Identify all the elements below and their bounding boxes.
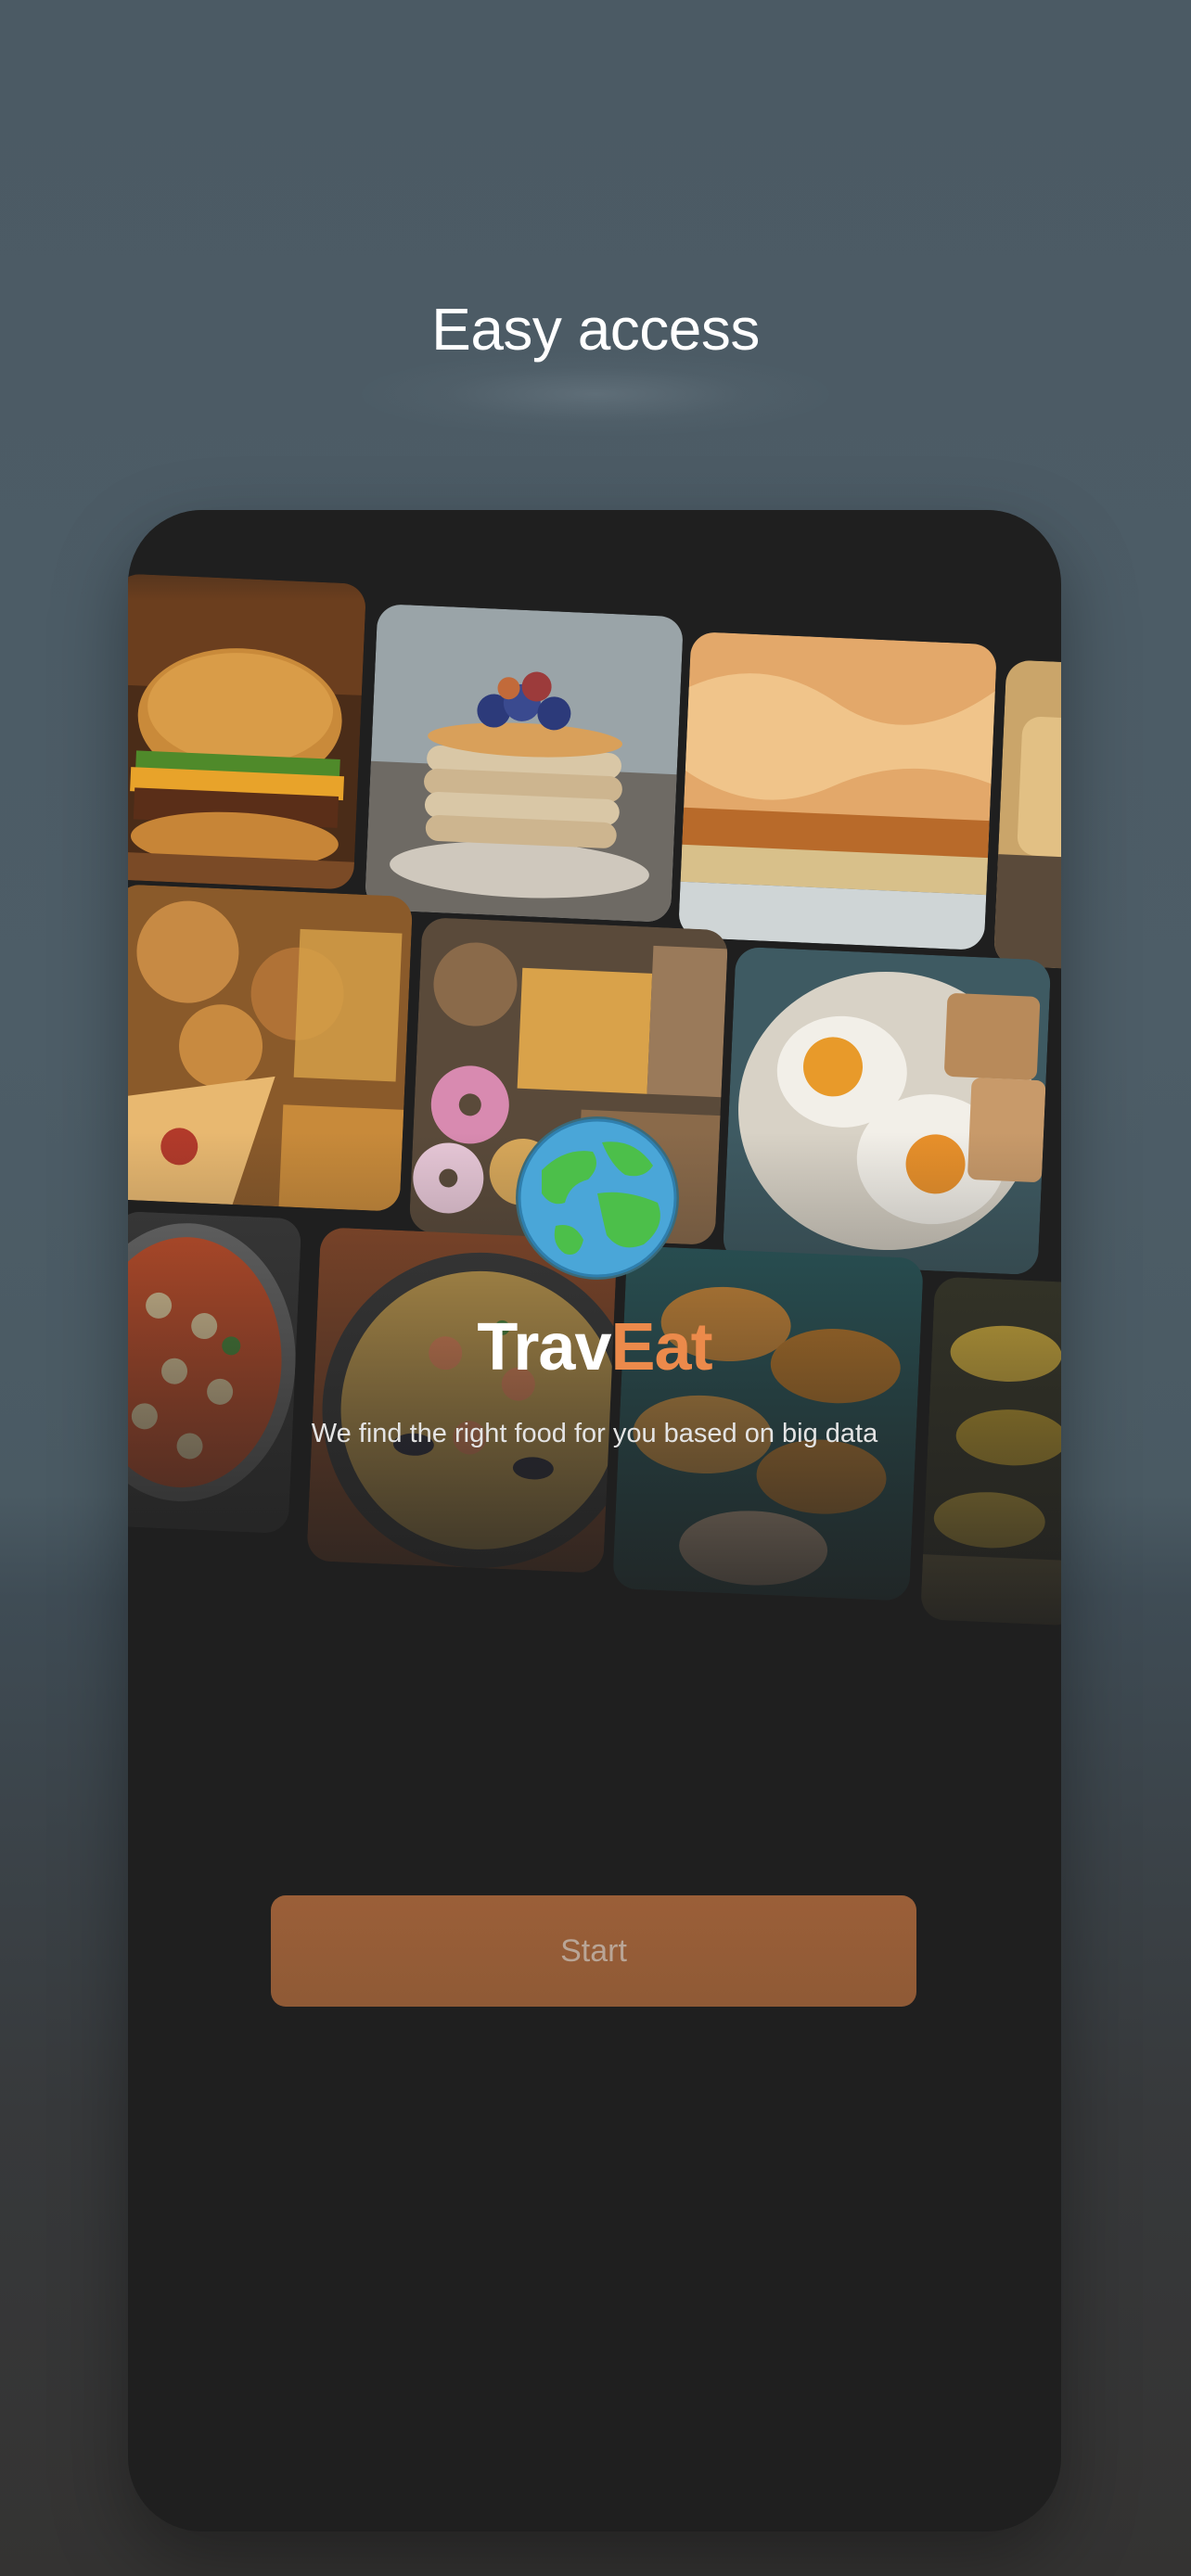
app-tagline: We find the right food for you based on … [311, 1419, 878, 1448]
headline-glow [362, 352, 829, 436]
pancakes-photo [364, 603, 685, 924]
globe-icon [514, 1115, 681, 1282]
brand-part-eat: Eat [610, 1310, 713, 1384]
page-headline: Easy access [431, 296, 760, 363]
toast-photo [992, 659, 1061, 971]
phone-mockup: TravEat We find the right food for you b… [128, 510, 1061, 2531]
fast-food-photo [128, 884, 414, 1212]
start-button[interactable]: Start [271, 1895, 916, 2007]
fried-eggs-photo [722, 946, 1052, 1276]
food-collage [128, 510, 1061, 1641]
app-brand-title: TravEat [128, 1309, 1061, 1385]
burger-photo [128, 573, 367, 890]
brand-part-trav: Trav [477, 1310, 611, 1384]
pie-photo [677, 631, 998, 951]
